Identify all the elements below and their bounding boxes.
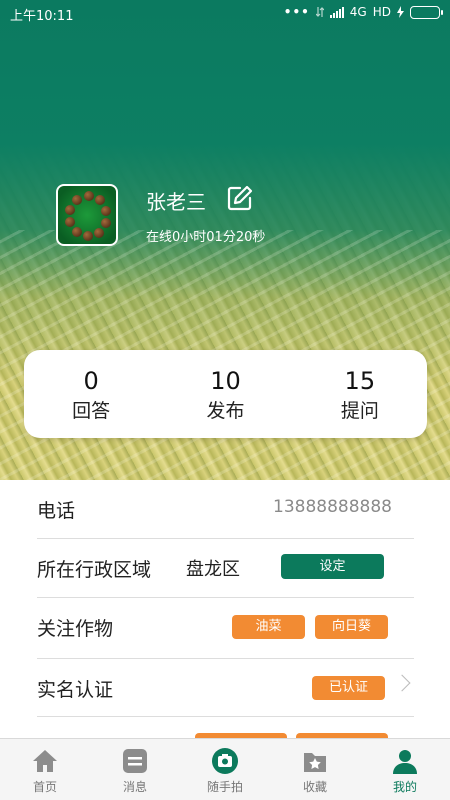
edit-icon[interactable] [226, 184, 254, 212]
crops-row: 关注作物 油菜 向日葵 [37, 598, 414, 659]
tab-label: 随手拍 [206, 780, 243, 794]
data-transfer-icon [315, 7, 324, 17]
stat-value: 10 [210, 367, 241, 395]
phone-value: 13888888888 [273, 497, 392, 517]
stat-questions[interactable]: 15 提问 [293, 350, 427, 438]
online-duration: 在线0小时01分20秒 [146, 230, 266, 245]
region-label: 所在行政区域 [37, 559, 152, 581]
charging-icon [397, 6, 404, 18]
tab-label: 消息 [122, 780, 147, 794]
stat-posts[interactable]: 10 发布 [158, 350, 292, 438]
more-dots-icon: ••• [283, 5, 310, 19]
profile-info-list: 电话 13888888888 所在行政区域 盘龙区 设定 关注作物 油菜 向日葵… [0, 480, 450, 738]
verification-row[interactable]: 实名认证 已认证 [37, 659, 414, 717]
status-time: 上午10:11 [10, 9, 74, 24]
stat-label: 发布 [206, 400, 245, 422]
camera-icon [212, 748, 238, 774]
hd-indicator: HD [372, 5, 391, 19]
user-name: 张老三 [146, 190, 206, 214]
stat-answers[interactable]: 0 回答 [24, 350, 158, 438]
stat-value: 15 [344, 367, 376, 395]
chevron-right-icon [393, 674, 411, 692]
phone-row: 电话 13888888888 [37, 480, 414, 539]
avatar[interactable] [56, 184, 118, 246]
verified-badge: 已认证 [312, 676, 385, 700]
tab-home[interactable]: 首页 [0, 739, 90, 800]
crop-tag[interactable]: 油菜 [232, 615, 305, 639]
home-icon [33, 750, 57, 772]
user-icon [393, 750, 417, 774]
favorite-icon [304, 753, 326, 772]
crop-tag[interactable]: 向日葵 [315, 615, 388, 639]
verification-label: 实名认证 [37, 679, 114, 701]
region-value: 盘龙区 [186, 559, 240, 580]
crops-label: 关注作物 [37, 618, 114, 640]
network-type: 4G [349, 5, 367, 19]
stat-label: 提问 [340, 400, 379, 422]
status-bar: 上午10:11 ••• 4G HD [0, 0, 450, 26]
tab-favorites[interactable]: 收藏 [270, 739, 360, 800]
battery-icon [410, 5, 443, 19]
tab-label: 我的 [392, 780, 417, 794]
set-region-button[interactable]: 设定 [281, 554, 384, 579]
tab-mine[interactable]: 我的 [360, 739, 450, 800]
stat-value: 0 [83, 367, 99, 395]
stat-label: 回答 [72, 400, 111, 422]
tab-label: 首页 [32, 780, 57, 794]
region-row: 所在行政区域 盘龙区 设定 [37, 539, 414, 598]
message-icon [123, 749, 147, 773]
bottom-tab-bar: 首页 消息 随手拍 收藏 我的 [0, 738, 450, 800]
tab-messages[interactable]: 消息 [90, 739, 180, 800]
tab-label: 收藏 [302, 780, 327, 794]
signal-icon [329, 6, 344, 18]
status-icons: ••• 4G HD [283, 5, 443, 19]
phone-label: 电话 [37, 500, 76, 522]
tab-snapshot[interactable]: 随手拍 [180, 739, 270, 800]
stats-card: 0 回答 10 发布 15 提问 [24, 350, 427, 438]
